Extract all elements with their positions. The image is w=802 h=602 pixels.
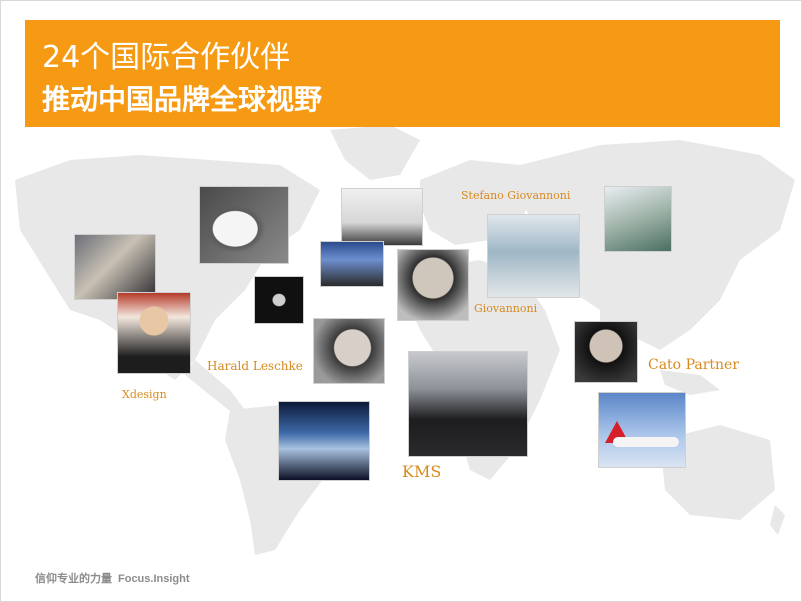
label-stefano-giovannoni: Stefano Giovannoni — [461, 189, 571, 202]
label-xdesign: Xdesign — [122, 388, 167, 401]
photo-studio-group — [341, 188, 423, 246]
photo-panel-people — [320, 241, 384, 287]
photo-black-object — [254, 276, 304, 324]
page-subtitle: 推动中国品牌全球视野 — [42, 83, 323, 116]
label-giovannoni: Giovannoni — [474, 302, 538, 315]
footer-tagline: 信仰专业的力量 Focus.Insight — [35, 570, 190, 586]
photo-o2-building — [278, 401, 370, 481]
photo-architecture — [604, 186, 672, 252]
page-title: 24个国际合作伙伴 — [42, 40, 291, 75]
photo-qantas-plane — [598, 392, 686, 468]
photo-giovannoni-portrait — [397, 249, 469, 321]
label-kms: KMS — [402, 462, 442, 481]
photo-xdesign-woman — [117, 292, 191, 374]
photo-xdesign-group — [74, 234, 156, 300]
label-harald-leschke: Harald Leschke — [207, 359, 303, 373]
footer-tagline-cn: 信仰专业的力量 — [35, 572, 112, 585]
photo-white-chair — [199, 186, 289, 264]
label-cato-partner: Cato Partner — [648, 357, 740, 373]
footer-tagline-en: Focus.Insight — [118, 573, 190, 585]
airplane-body — [613, 437, 679, 447]
photo-giovannoni-product — [487, 214, 580, 298]
photo-kms-team — [408, 351, 528, 457]
photo-harald-leschke — [313, 318, 385, 384]
photo-cato-partner — [574, 321, 638, 383]
